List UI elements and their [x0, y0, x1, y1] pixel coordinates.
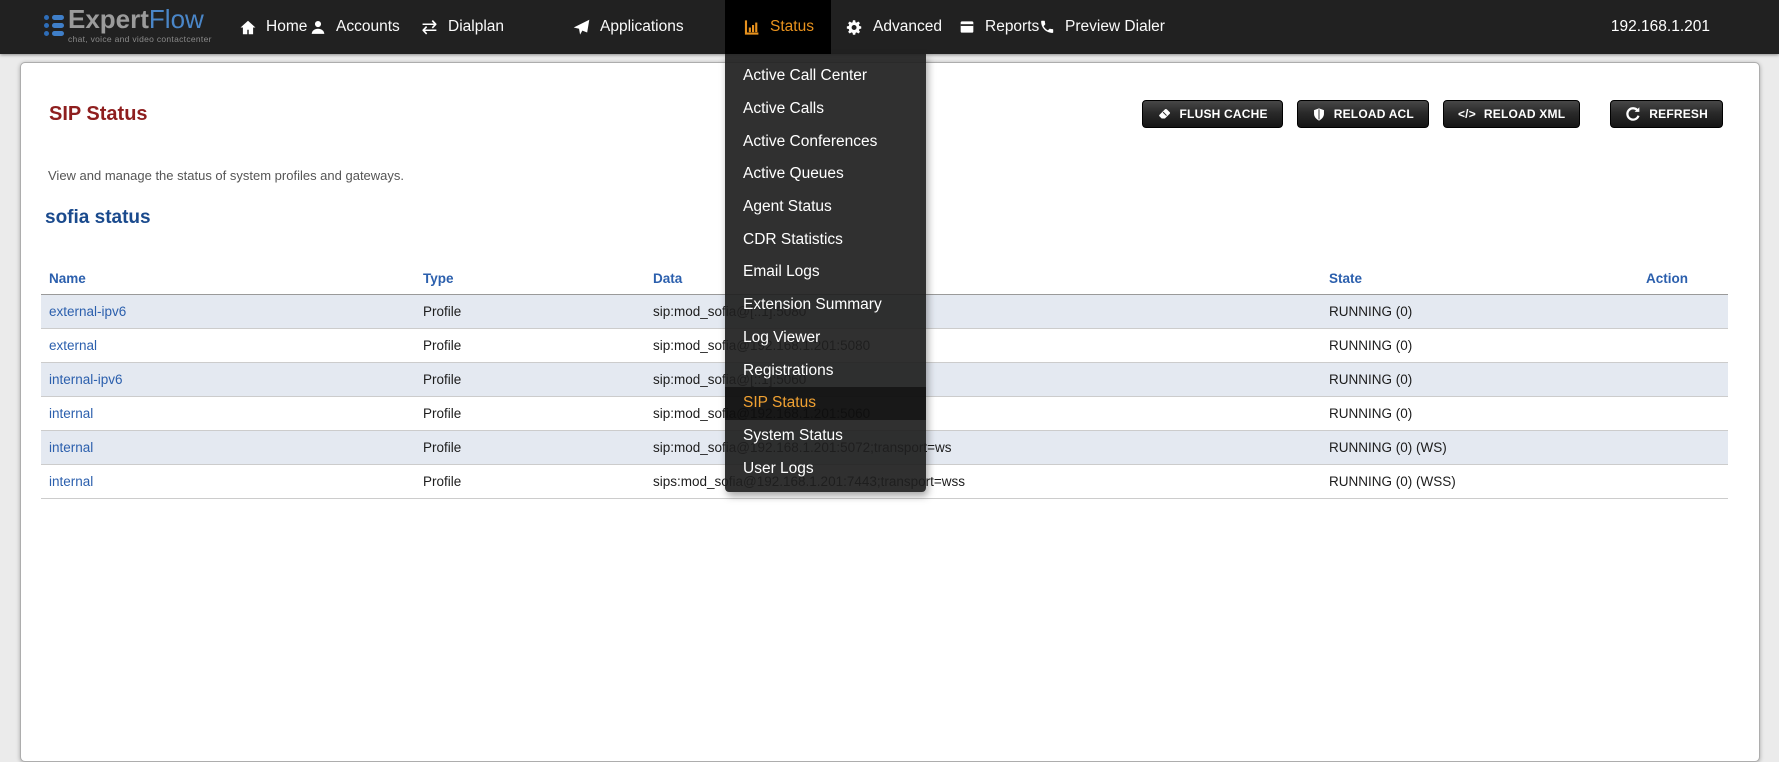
cell-type: Profile	[415, 328, 645, 362]
refresh-button[interactable]: REFRESH	[1610, 100, 1723, 128]
page-description: View and manage the status of system pro…	[48, 168, 404, 183]
nav-item-dialplan[interactable]: ⇄ Dialplan	[420, 0, 504, 54]
server-ip: 192.168.1.201	[1611, 0, 1710, 54]
cell-state: RUNNING (0)	[1321, 328, 1638, 362]
cell-type: Profile	[415, 362, 645, 396]
reload-acl-button[interactable]: RELOAD ACL	[1297, 100, 1429, 128]
cell-state: RUNNING (0) (WSS)	[1321, 464, 1638, 498]
menu-item-registrations[interactable]: Registrations	[725, 354, 926, 387]
cell-action	[1638, 294, 1728, 328]
menu-item-sip-status[interactable]: SIP Status	[725, 387, 926, 420]
section-title-sofia-status: sofia status	[45, 207, 151, 229]
cell-type: Profile	[415, 464, 645, 498]
cell-type: Profile	[415, 430, 645, 464]
nav-item-preview-dialer[interactable]: Preview Dialer	[1037, 0, 1165, 54]
cell-type: Profile	[415, 294, 645, 328]
nav-item-accounts[interactable]: Accounts	[308, 0, 400, 54]
menu-item-active-calls[interactable]: Active Calls	[725, 93, 926, 126]
nav-item-home[interactable]: Home	[238, 0, 307, 54]
brand-tagline: chat, voice and video contactcenter	[68, 35, 212, 44]
button-label: FLUSH CACHE	[1180, 107, 1268, 121]
cell-action	[1638, 328, 1728, 362]
cell-state: RUNNING (0)	[1321, 294, 1638, 328]
flush-cache-button[interactable]: FLUSH CACHE	[1142, 100, 1283, 128]
nav-label: Preview Dialer	[1065, 18, 1165, 36]
shield-icon	[1312, 107, 1326, 122]
gear-icon	[845, 19, 864, 36]
bar-chart-icon	[742, 19, 761, 36]
report-book-icon	[957, 19, 976, 35]
logo-dots-icon	[44, 15, 64, 36]
column-header-state: State	[1321, 263, 1638, 294]
status-dropdown-menu: Active Call Center Active Calls Active C…	[725, 54, 926, 492]
nav-label: Status	[770, 18, 814, 36]
cell-action	[1638, 362, 1728, 396]
code-icon: </>	[1458, 107, 1476, 121]
menu-item-active-queues[interactable]: Active Queues	[725, 158, 926, 191]
reload-xml-button[interactable]: </> RELOAD XML	[1443, 100, 1580, 128]
cell-action	[1638, 430, 1728, 464]
nav-item-reports[interactable]: Reports	[957, 0, 1039, 54]
cell-action	[1638, 464, 1728, 498]
page-title: SIP Status	[49, 103, 148, 126]
brand-name: ExpertFlow	[68, 6, 212, 32]
expertflow-logo[interactable]: ExpertFlow chat, voice and video contact…	[44, 6, 212, 44]
nav-label: Reports	[985, 18, 1039, 36]
nav-item-applications[interactable]: Applications	[572, 0, 684, 54]
cell-state: RUNNING (0)	[1321, 362, 1638, 396]
menu-item-system-status[interactable]: System Status	[725, 420, 926, 453]
profile-link[interactable]: external-ipv6	[49, 304, 126, 319]
menu-item-active-call-center[interactable]: Active Call Center	[725, 60, 926, 93]
button-label: RELOAD XML	[1484, 107, 1565, 121]
nav-label: Dialplan	[448, 18, 504, 36]
profile-link[interactable]: internal	[49, 474, 93, 489]
menu-item-active-conferences[interactable]: Active Conferences	[725, 125, 926, 158]
column-header-name: Name	[41, 263, 415, 294]
column-header-type: Type	[415, 263, 645, 294]
user-icon	[308, 19, 327, 36]
profile-link[interactable]: internal-ipv6	[49, 372, 123, 387]
cell-state: RUNNING (0)	[1321, 396, 1638, 430]
menu-item-agent-status[interactable]: Agent Status	[725, 191, 926, 224]
nav-label: Home	[266, 18, 307, 36]
nav-label: Advanced	[873, 18, 942, 36]
profile-link[interactable]: internal	[49, 440, 93, 455]
nav-item-advanced[interactable]: Advanced	[845, 0, 942, 54]
refresh-icon	[1625, 106, 1641, 122]
menu-item-log-viewer[interactable]: Log Viewer	[725, 322, 926, 355]
nav-label: Accounts	[336, 18, 400, 36]
phone-icon	[1037, 19, 1056, 35]
cell-state: RUNNING (0) (WS)	[1321, 430, 1638, 464]
cell-type: Profile	[415, 396, 645, 430]
button-label: RELOAD ACL	[1334, 107, 1414, 121]
toolbar: FLUSH CACHE RELOAD ACL </> RELOAD XML RE…	[1128, 100, 1723, 128]
menu-item-email-logs[interactable]: Email Logs	[725, 256, 926, 289]
swap-arrows-icon: ⇄	[420, 18, 439, 37]
top-navbar: ExpertFlow chat, voice and video contact…	[0, 0, 1779, 54]
nav-item-status[interactable]: Status Active Call Center Active Calls A…	[725, 0, 831, 54]
profile-link[interactable]: internal	[49, 406, 93, 421]
home-icon	[238, 19, 257, 36]
profile-link[interactable]: external	[49, 338, 97, 353]
menu-item-cdr-statistics[interactable]: CDR Statistics	[725, 223, 926, 256]
nav-label: Applications	[600, 18, 684, 36]
menu-item-extension-summary[interactable]: Extension Summary	[725, 289, 926, 322]
menu-item-user-logs[interactable]: User Logs	[725, 452, 926, 485]
button-label: REFRESH	[1649, 107, 1708, 121]
paper-plane-icon	[572, 19, 591, 36]
column-header-action: Action	[1638, 263, 1728, 294]
cell-action	[1638, 396, 1728, 430]
eraser-icon	[1157, 107, 1172, 121]
